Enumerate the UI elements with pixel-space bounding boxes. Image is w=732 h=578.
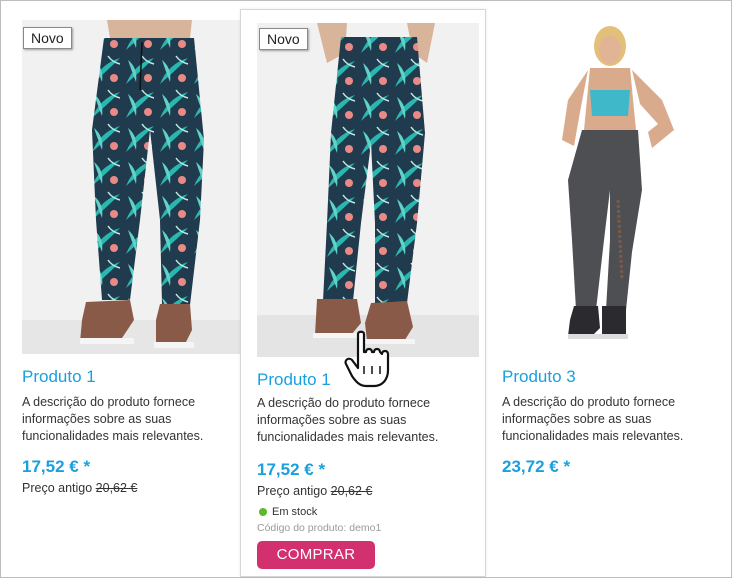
new-badge: Novo (259, 28, 308, 50)
product-description: A descrição do produto fornece informaçõ… (257, 396, 439, 444)
in-stock-dot-icon (259, 508, 267, 516)
stock-label: Em stock (272, 506, 318, 518)
old-price-label: Preço antigo (22, 481, 93, 495)
product-image-1[interactable] (22, 20, 240, 354)
stock-status: Em stock (259, 506, 317, 518)
product-description: A descrição do produto fornece informaçõ… (502, 395, 684, 443)
product-name[interactable]: Produto 3 (502, 367, 576, 387)
product-image-2[interactable] (257, 23, 479, 357)
product-price: 23,72 € * (502, 457, 571, 476)
product-name[interactable]: Produto 1 (22, 367, 96, 387)
product-code: Código do produto: demo1 (257, 522, 382, 534)
product-card-2[interactable]: Novo Produto 1 A descrição do produto fo… (240, 9, 486, 577)
hand-pointer-icon (344, 330, 398, 395)
product-card-1[interactable]: Novo Produto 1 A descrição do produto fo… (22, 20, 242, 495)
buy-button[interactable]: COMPRAR (257, 541, 375, 569)
product-name[interactable]: Produto 1 (257, 370, 331, 390)
old-price-value: 20,62 € (95, 481, 138, 495)
product-card-3[interactable]: Produto 3 A descrição do produto fornece… (502, 20, 728, 480)
product-price: 17,52 € * (257, 460, 326, 479)
old-price-value: 20,62 € (330, 484, 373, 498)
product-description: A descrição do produto fornece informaçõ… (22, 395, 204, 443)
product-price: 17,52 € * (22, 457, 91, 476)
old-price: Preço antigo 20,62 € (257, 484, 372, 498)
old-price-label: Preço antigo (257, 484, 328, 498)
new-badge: Novo (23, 27, 72, 49)
product-image-3[interactable] (502, 20, 720, 354)
old-price: Preço antigo 20,62 € (22, 481, 137, 495)
